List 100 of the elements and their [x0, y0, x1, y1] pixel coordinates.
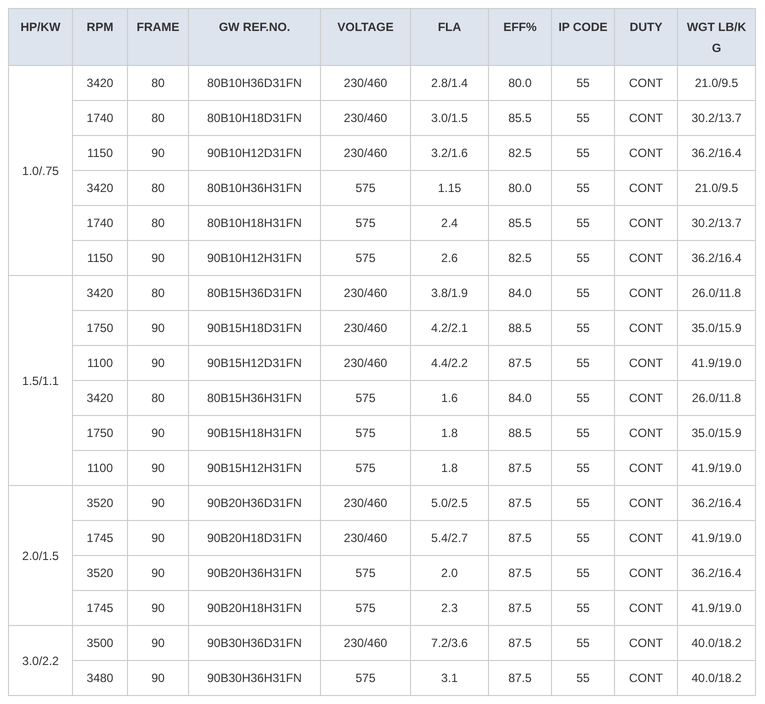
- table-cell: CONT: [614, 170, 678, 206]
- table-cell: 88.5: [488, 416, 552, 450]
- table-cell: 55: [552, 66, 614, 100]
- table-cell: 575: [320, 416, 410, 450]
- table-cell: CONT: [614, 136, 678, 170]
- table-cell: CONT: [614, 346, 678, 380]
- table-cell: 26.0/11.8: [678, 380, 756, 416]
- table-cell: 90B20H18H31FN: [188, 590, 320, 626]
- table-cell: 90B10H12D31FN: [188, 136, 320, 170]
- table-cell: CONT: [614, 310, 678, 346]
- table-cell: 55: [552, 240, 614, 276]
- table-cell: 3420: [72, 170, 128, 206]
- table-cell: 1100: [72, 450, 128, 486]
- table-cell: 230/460: [320, 486, 410, 520]
- table-cell: 55: [552, 346, 614, 380]
- table-cell: 575: [320, 660, 410, 696]
- table-cell: 1740: [72, 100, 128, 136]
- table-cell: 80B15H36H31FN: [188, 380, 320, 416]
- table-cell: 90B30H36H31FN: [188, 660, 320, 696]
- table-cell: 2.3: [410, 590, 488, 626]
- table-cell: 55: [552, 450, 614, 486]
- table-cell: 5.4/2.7: [410, 520, 488, 556]
- table-cell: 85.5: [488, 206, 552, 240]
- table-cell: 41.9/19.0: [678, 346, 756, 380]
- table-cell: 1100: [72, 346, 128, 380]
- table-cell: 90B20H36D31FN: [188, 486, 320, 520]
- table-cell: 55: [552, 660, 614, 696]
- table-cell: 82.5: [488, 240, 552, 276]
- table-cell: CONT: [614, 206, 678, 240]
- table-cell: 230/460: [320, 310, 410, 346]
- table-cell: 90: [128, 486, 188, 520]
- column-header: FLA: [410, 8, 488, 66]
- table-cell: 90B15H18H31FN: [188, 416, 320, 450]
- table-cell: 80: [128, 276, 188, 310]
- table-cell: 3.8/1.9: [410, 276, 488, 310]
- table-cell: 90: [128, 520, 188, 556]
- table-cell: 55: [552, 486, 614, 520]
- table-cell: 90B15H12H31FN: [188, 450, 320, 486]
- table-cell: 80.0: [488, 66, 552, 100]
- table-cell: 230/460: [320, 520, 410, 556]
- table-cell: CONT: [614, 450, 678, 486]
- table-cell: 1.6: [410, 380, 488, 416]
- table-cell: 90: [128, 590, 188, 626]
- table-cell: 21.0/9.5: [678, 170, 756, 206]
- table-cell: 1.8: [410, 416, 488, 450]
- table-cell: CONT: [614, 276, 678, 310]
- table-cell: CONT: [614, 486, 678, 520]
- table-cell: 1150: [72, 136, 128, 170]
- table-cell: 55: [552, 380, 614, 416]
- table-cell: 1750: [72, 310, 128, 346]
- table-cell: 87.5: [488, 556, 552, 590]
- table-cell: 41.9/19.0: [678, 450, 756, 486]
- table-cell: 1.8: [410, 450, 488, 486]
- table-cell: 1.0/.75: [8, 66, 72, 276]
- column-header: HP/KW: [8, 8, 72, 66]
- table-cell: 40.0/18.2: [678, 626, 756, 660]
- table-cell: 1740: [72, 206, 128, 240]
- table-cell: 2.8/1.4: [410, 66, 488, 100]
- table-cell: 30.2/13.7: [678, 206, 756, 240]
- table-cell: 84.0: [488, 380, 552, 416]
- table-cell: 30.2/13.7: [678, 100, 756, 136]
- table-cell: 3420: [72, 276, 128, 310]
- table-cell: CONT: [614, 556, 678, 590]
- table-cell: 4.4/2.2: [410, 346, 488, 380]
- table-cell: 90: [128, 346, 188, 380]
- column-header: FRAME: [128, 8, 188, 66]
- table-cell: CONT: [614, 100, 678, 136]
- table-cell: CONT: [614, 626, 678, 660]
- table-cell: 80: [128, 380, 188, 416]
- table-cell: 55: [552, 520, 614, 556]
- table-cell: 88.5: [488, 310, 552, 346]
- table-cell: 80B10H36D31FN: [188, 66, 320, 100]
- table-cell: 55: [552, 100, 614, 136]
- table-cell: 2.6: [410, 240, 488, 276]
- table-cell: 82.5: [488, 136, 552, 170]
- table-cell: 90B15H18D31FN: [188, 310, 320, 346]
- table-cell: 90B10H12H31FN: [188, 240, 320, 276]
- table-cell: 3520: [72, 556, 128, 590]
- table-cell: 4.2/2.1: [410, 310, 488, 346]
- table-cell: 80: [128, 66, 188, 100]
- table-cell: 55: [552, 206, 614, 240]
- table-cell: 90B15H12D31FN: [188, 346, 320, 380]
- table-cell: 80: [128, 206, 188, 240]
- table-cell: 3.0/2.2: [8, 626, 72, 696]
- table-cell: 80: [128, 170, 188, 206]
- table-cell: 230/460: [320, 346, 410, 380]
- table-cell: 80: [128, 100, 188, 136]
- table-cell: 41.9/19.0: [678, 520, 756, 556]
- table-cell: 3420: [72, 66, 128, 100]
- table-cell: 2.4: [410, 206, 488, 240]
- table-cell: 2.0: [410, 556, 488, 590]
- table-cell: 230/460: [320, 276, 410, 310]
- table-cell: 90: [128, 416, 188, 450]
- table-cell: CONT: [614, 66, 678, 100]
- table-cell: 1750: [72, 416, 128, 450]
- table-cell: 36.2/16.4: [678, 486, 756, 520]
- table-cell: 80B10H18H31FN: [188, 206, 320, 240]
- table-cell: 90: [128, 136, 188, 170]
- table-cell: 1745: [72, 520, 128, 556]
- table-cell: 41.9/19.0: [678, 590, 756, 626]
